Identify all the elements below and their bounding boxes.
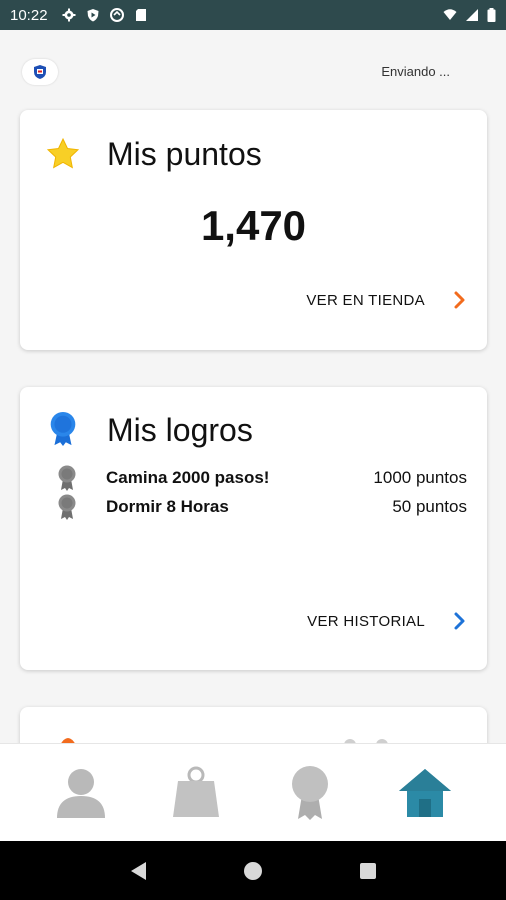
history-link-button[interactable]: VER HISTORIAL (307, 611, 467, 631)
back-icon (130, 861, 146, 880)
top-bar: Enviando ... (0, 30, 506, 110)
achievement-points: 1000 puntos (373, 467, 467, 487)
achievements-title: Mis logros (107, 412, 253, 448)
nav-achievements[interactable] (275, 758, 345, 828)
home-system-button[interactable] (241, 859, 265, 883)
status-bar: 10:22 (0, 0, 506, 30)
points-card: Mis puntos 1,470 VER EN TIENDA (20, 110, 487, 350)
star-icon (46, 137, 80, 169)
achievement-name: Camina 2000 pasos! (106, 467, 270, 487)
nav-store[interactable] (161, 758, 231, 828)
sync-icon (109, 8, 124, 22)
achievements-card: Mis logros Camina 2000 pasos! 1000 punto… (20, 387, 487, 670)
sd-card-icon (135, 9, 146, 21)
medal-icon (58, 494, 76, 520)
recents-icon (360, 862, 377, 879)
nav-profile[interactable] (46, 758, 116, 828)
store-link-button[interactable]: VER EN TIENDA (306, 290, 467, 310)
achievement-points: 50 puntos (392, 496, 467, 516)
signal-icon (466, 9, 478, 21)
chevron-right-icon (454, 291, 465, 309)
gear-icon (62, 8, 76, 22)
home-icon (398, 768, 451, 817)
battery-icon (487, 8, 496, 22)
logo-icon (34, 65, 46, 79)
recents-button[interactable] (356, 859, 380, 883)
wifi-icon (443, 9, 457, 20)
medal-icon (292, 765, 329, 820)
achievement-name: Dormir 8 Horas (106, 496, 229, 516)
history-link-label: VER HISTORIAL (307, 612, 425, 630)
sync-status-text: Enviando ... (381, 64, 450, 79)
list-item: Dormir 8 Horas 50 puntos (56, 492, 467, 521)
app-logo[interactable] (22, 59, 58, 85)
store-link-label: VER EN TIENDA (306, 291, 425, 309)
chevron-right-icon (454, 612, 465, 630)
profile-icon (57, 768, 106, 818)
system-navigation (0, 841, 506, 900)
bottom-navigation (0, 743, 506, 841)
blue-medal-icon (50, 411, 76, 447)
status-icons-left (62, 8, 148, 22)
shopping-bag-icon (172, 766, 219, 817)
status-icons-right (443, 8, 496, 22)
home-circle-icon (243, 861, 262, 880)
shield-play-icon (87, 9, 99, 22)
medal-icon (58, 465, 76, 491)
list-item: Camina 2000 pasos! 1000 puntos (56, 463, 467, 492)
achievements-list: Camina 2000 pasos! 1000 puntos Dormir 8 … (56, 463, 467, 521)
nav-home[interactable] (390, 758, 460, 828)
points-title: Mis puntos (107, 136, 262, 172)
back-button[interactable] (126, 859, 150, 883)
status-time: 10:22 (10, 6, 48, 24)
points-value: 1,470 (200, 202, 307, 249)
